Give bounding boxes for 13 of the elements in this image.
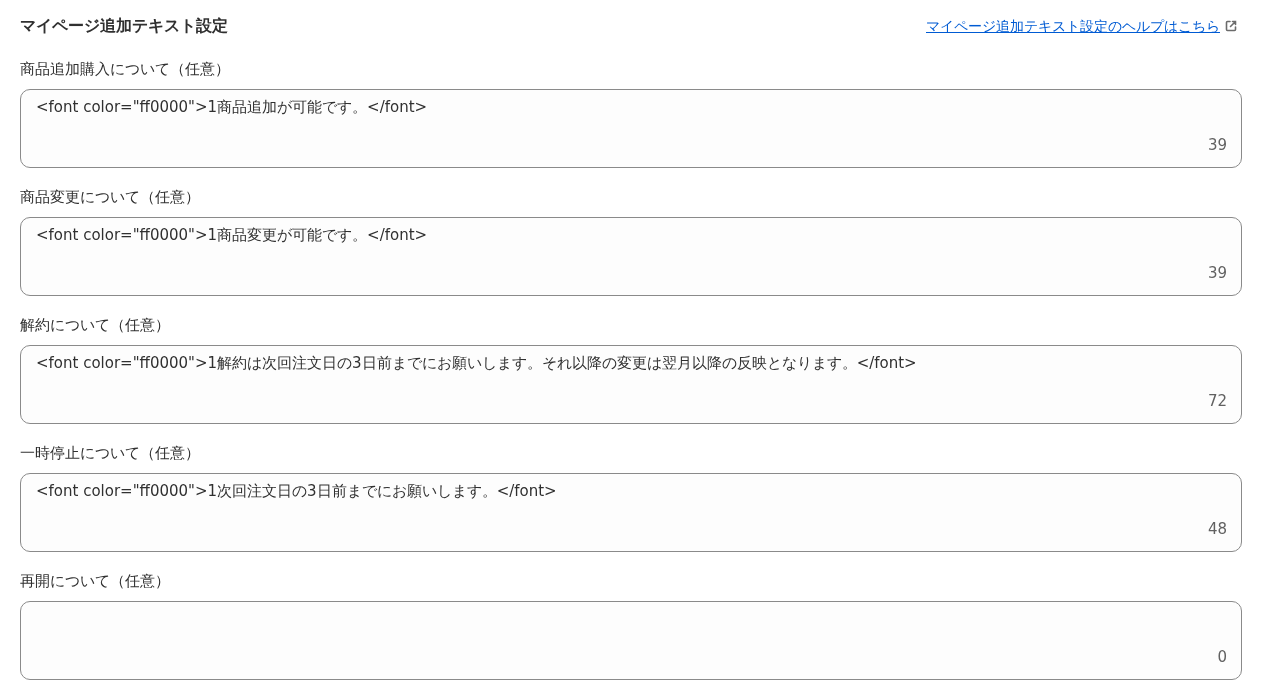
field-label: 解約について（任意） (20, 316, 171, 334)
character-count: 0 (1217, 646, 1227, 668)
character-count: 39 (1207, 134, 1227, 156)
field-label: 再開について（任意） (20, 572, 171, 590)
character-count: 48 (1207, 518, 1227, 540)
field-label: 商品追加購入について（任意） (20, 60, 231, 78)
external-link-icon (1224, 19, 1238, 33)
field-label: 一時停止について（任意） (20, 444, 201, 462)
section-title: マイページ追加テキスト設定 (20, 16, 228, 36)
field-label: 商品変更について（任意） (20, 188, 201, 206)
help-link[interactable]: マイページ追加テキスト設定のヘルプはこちら (926, 15, 1220, 37)
character-count: 72 (1207, 390, 1227, 412)
character-count: 39 (1207, 262, 1227, 284)
